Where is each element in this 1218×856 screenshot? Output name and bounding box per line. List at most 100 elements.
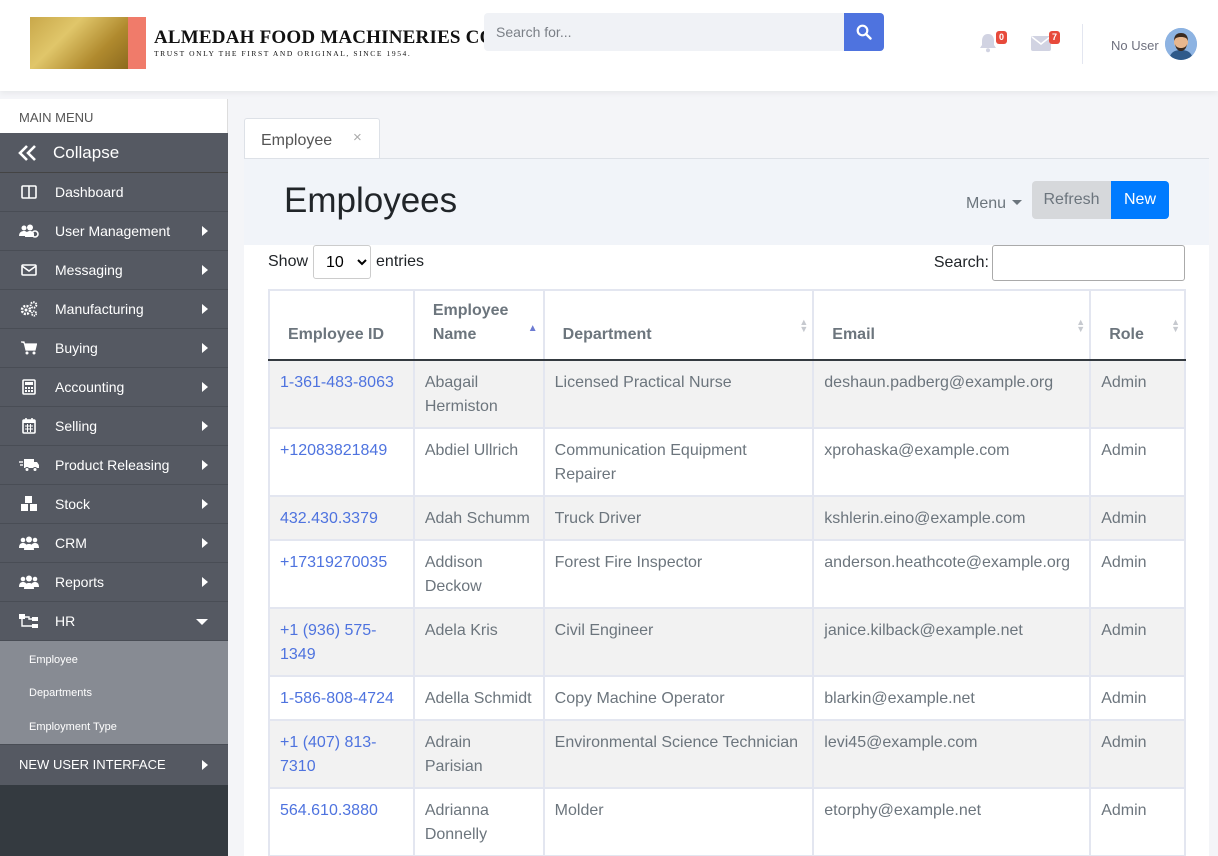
page-title: Employees [284,181,458,220]
menu-dropdown-label: Menu [966,195,1007,212]
employee-id-link[interactable]: +12083821849 [268,427,415,497]
role-cell: Admin [1089,787,1186,856]
employee-name-cell: Adella Schmidt [412,675,545,721]
employee-id-link[interactable]: 564.610.3880 [268,787,415,856]
table-row[interactable]: +1 (407) 813-7310 Adrain Parisian Enviro… [268,719,1186,789]
top-search-input[interactable] [484,13,844,51]
column-header-label: Employee ID [288,326,385,343]
sidebar-item-label: Stock [55,496,91,512]
column-header-label: Email [832,326,875,343]
caret-right-icon [202,499,208,509]
caret-right-icon [202,382,208,392]
user-avatar[interactable] [1165,28,1197,60]
department-cell: Truck Driver [542,495,815,541]
column-header-label: Department [562,326,652,343]
column-header-email[interactable]: Email ▲ ▼ [812,289,1092,361]
sidebar-item-label: Buying [55,340,98,356]
department-cell: Civil Engineer [542,607,815,677]
logo-emblem [30,17,146,69]
email-cell: xprohaska@example.com [812,427,1092,497]
department-cell: Environmental Science Technician [542,719,815,789]
employee-id-link[interactable]: +17319270035 [268,539,415,609]
menu-dropdown[interactable]: Menu [966,195,1023,213]
messages-button[interactable]: 7 [1030,30,1060,56]
sidebar-item-label: User Management [55,223,171,239]
employee-id-link[interactable]: +1 (407) 813-7310 [268,719,415,789]
main-menu-label: MAIN MENU [0,99,228,133]
caret-right-icon [202,577,208,587]
sidebar-item-product-releasing[interactable]: Product Releasing [0,446,228,485]
submenu-item-employee[interactable]: Employee [0,643,228,677]
employee-name-cell: Abagail Hermiston [412,359,545,429]
role-cell: Admin [1089,719,1186,789]
submenu-item-departments[interactable]: Departments [0,677,228,711]
sidebar-item-new-user-interface[interactable]: NEW USER INTERFACE [0,743,228,785]
role-cell: Admin [1089,539,1186,609]
new-button[interactable]: New [1111,181,1169,219]
cart-icon [21,341,37,355]
email-cell: kshlerin.eino@example.com [812,495,1092,541]
sort-ascending-icon: ▲ [527,323,538,334]
table-row[interactable]: 564.610.3880 Adrianna Donnelly Molder et… [268,787,1186,856]
sidebar-item-manufacturing[interactable]: Manufacturing [0,290,228,329]
notifications-button[interactable]: 0 [977,30,1007,56]
refresh-button[interactable]: Refresh [1032,181,1111,219]
new-ui-label: NEW USER INTERFACE [19,757,166,772]
employee-id-link[interactable]: 1-586-808-4724 [268,675,415,721]
caret-down-icon [196,619,208,625]
employee-name-cell: Adrianna Donnelly [412,787,545,856]
submenu-item-employment-type[interactable]: Employment Type [0,710,228,744]
sidebar-item-hr[interactable]: HR [0,602,228,641]
entries-select[interactable]: 10 [313,245,372,279]
caret-right-icon [202,460,208,470]
table-row[interactable]: +1 (936) 575-1349 Adela Kris Civil Engin… [268,607,1186,677]
sidebar-item-stock[interactable]: Stock [0,485,228,524]
sidebar-item-buying[interactable]: Buying [0,329,228,368]
entries-label: entries [376,253,425,270]
table-row[interactable]: 432.430.3379 Adah Schumm Truck Driver ks… [268,495,1186,541]
sidebar-item-reports[interactable]: Reports [0,563,228,602]
company-logo[interactable]: ALMEDAH FOOD MACHINERIES CORP. TRUST ONL… [30,17,524,69]
sidebar-item-label: Reports [55,574,105,590]
role-cell: Admin [1089,495,1186,541]
tab-employee[interactable]: Employee × [244,118,380,159]
top-search-button[interactable] [844,13,884,51]
truck-icon [19,459,39,472]
column-header-employee-id[interactable]: Employee ID [268,289,415,361]
sidebar-item-label: Selling [55,418,98,434]
employee-id-link[interactable]: 432.430.3379 [268,495,415,541]
calculator-icon [22,379,36,395]
caret-right-icon [202,759,208,770]
top-search [484,13,884,51]
sidebar-item-messaging[interactable]: Messaging [0,251,228,290]
notifications-badge: 0 [995,31,1007,44]
sidebar-item-accounting[interactable]: Accounting [0,368,228,407]
table-row[interactable]: +12083821849 Abdiel Ullrich Communicatio… [268,427,1186,497]
user-name[interactable]: No User [1111,38,1159,53]
role-cell: Admin [1089,607,1186,677]
column-header-department[interactable]: Department ▲ ▼ [542,289,815,361]
messages-badge: 7 [1048,31,1060,44]
sidebar-item-user-management[interactable]: User Management [0,212,228,251]
table-search-input[interactable] [992,245,1185,281]
topbar-divider [1082,24,1083,64]
close-icon[interactable]: × [353,129,362,146]
column-header-role[interactable]: Role ▲ ▼ [1089,289,1186,361]
sidebar-collapse-button[interactable]: Collapse [0,133,228,173]
table-row[interactable]: +17319270035 Addison Deckow Forest Fire … [268,539,1186,609]
email-cell: levi45@example.com [812,719,1092,789]
table-row[interactable]: 1-361-483-8063 Abagail Hermiston License… [268,359,1186,429]
employee-name-cell: Abdiel Ullrich [412,427,545,497]
table-row[interactable]: 1-586-808-4724 Adella Schmidt Copy Machi… [268,675,1186,721]
employee-id-link[interactable]: 1-361-483-8063 [268,359,415,429]
sidebar-item-crm[interactable]: CRM [0,524,228,563]
sidebar-item-dashboard[interactable]: Dashboard [0,173,228,212]
entries-length-control: Show 10 entries [268,245,424,279]
role-cell: Admin [1089,359,1186,429]
sidebar-item-selling[interactable]: Selling [0,407,228,446]
employee-id-link[interactable]: +1 (936) 575-1349 [268,607,415,677]
column-header-employee-name[interactable]: Employee Name ▲ [412,289,545,361]
bell-icon [980,34,996,53]
employee-name-cell: Adah Schumm [412,495,545,541]
column-header-label: Role [1109,326,1144,343]
